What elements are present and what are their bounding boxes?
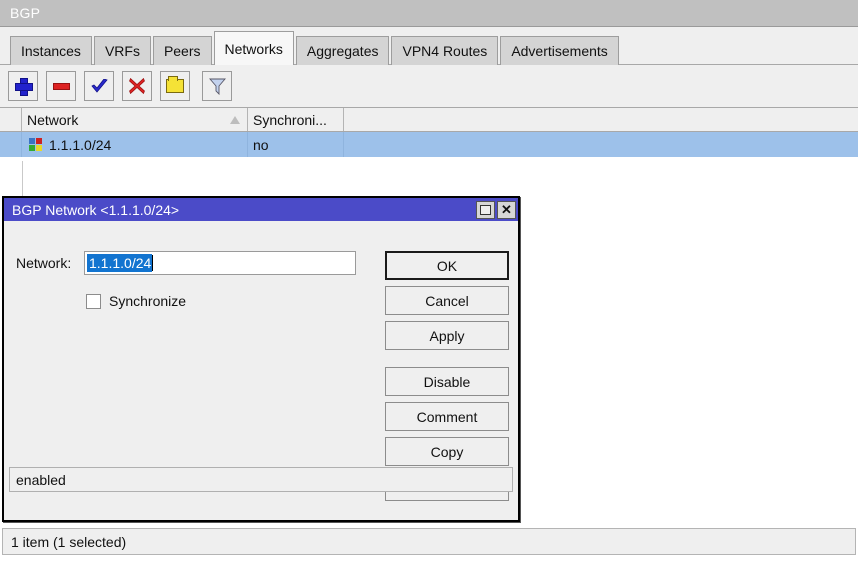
- enable-button[interactable]: [84, 71, 114, 101]
- cell-network[interactable]: 1.1.1.0/24: [22, 132, 248, 157]
- tab-vrfs[interactable]: VRFs: [94, 36, 151, 65]
- disable-button[interactable]: [122, 71, 152, 101]
- tab-advertisements[interactable]: Advertisements: [500, 36, 618, 65]
- row-gutter: [0, 132, 22, 157]
- status-bar: 1 item (1 selected): [2, 528, 856, 555]
- tab-instances[interactable]: Instances: [10, 36, 92, 65]
- network-field-row: Network: 1.1.1.0/24: [16, 251, 356, 275]
- dialog-title: BGP Network <1.1.1.0/24>: [12, 202, 474, 218]
- tab-strip: Instances VRFs Peers Networks Aggregates…: [0, 27, 858, 65]
- column-header-synchronize-label: Synchroni...: [253, 112, 327, 128]
- tab-peers[interactable]: Peers: [153, 36, 212, 65]
- funnel-icon: [209, 78, 226, 95]
- network-field-label: Network:: [16, 255, 84, 271]
- close-icon: ✕: [501, 203, 512, 216]
- cell-synchronize[interactable]: no: [248, 132, 344, 157]
- column-header-network-label: Network: [27, 112, 78, 128]
- column-header-network[interactable]: Network: [22, 108, 248, 131]
- synchronize-checkbox[interactable]: [86, 294, 101, 309]
- table-empty-gutter: [1, 161, 23, 199]
- filter-button[interactable]: [202, 71, 232, 101]
- window-title: BGP: [10, 5, 40, 21]
- sort-ascending-icon: [230, 116, 240, 124]
- dialog-titlebar[interactable]: BGP Network <1.1.1.0/24> ✕: [4, 198, 518, 221]
- note-icon: [166, 79, 184, 93]
- copy-button[interactable]: Copy: [385, 437, 509, 466]
- window-titlebar: BGP: [0, 0, 858, 27]
- plus-icon: [15, 78, 31, 94]
- text-caret: [152, 255, 153, 271]
- comment-button-dialog[interactable]: Comment: [385, 402, 509, 431]
- tab-vpn4-routes[interactable]: VPN4 Routes: [391, 36, 498, 65]
- tab-aggregates[interactable]: Aggregates: [296, 36, 390, 65]
- ok-button[interactable]: OK: [385, 251, 509, 280]
- network-input-value: 1.1.1.0/24: [87, 254, 152, 272]
- dialog-body: Network: 1.1.1.0/24 Synchronize OK Cance…: [4, 221, 518, 497]
- table-header: Network Synchroni...: [0, 107, 858, 132]
- remove-button[interactable]: [46, 71, 76, 101]
- maximize-button[interactable]: [476, 201, 495, 219]
- x-icon: [129, 78, 145, 94]
- bgp-window: BGP Instances VRFs Peers Networks Aggreg…: [0, 0, 858, 561]
- column-header-gutter: [0, 108, 22, 131]
- apply-button[interactable]: Apply: [385, 321, 509, 350]
- maximize-icon: [480, 205, 491, 215]
- table-row[interactable]: 1.1.1.0/24 no: [0, 132, 858, 157]
- networks-table: Network Synchroni... 1.1.1.0/24 no: [0, 107, 858, 161]
- bgp-network-dialog: BGP Network <1.1.1.0/24> ✕ Network: 1.1.…: [2, 196, 520, 522]
- network-input[interactable]: 1.1.1.0/24: [84, 251, 356, 275]
- column-header-synchronize[interactable]: Synchroni...: [248, 108, 344, 131]
- minus-icon: [53, 83, 70, 90]
- table-empty-area: [0, 161, 858, 199]
- add-button[interactable]: [8, 71, 38, 101]
- close-button[interactable]: ✕: [497, 201, 516, 219]
- comment-button[interactable]: [160, 71, 190, 101]
- check-icon: [91, 79, 108, 94]
- network-grid-icon: [29, 138, 42, 151]
- synchronize-checkbox-label: Synchronize: [109, 293, 186, 309]
- column-header-filler: [344, 108, 858, 131]
- cell-network-value: 1.1.1.0/24: [49, 137, 111, 153]
- disable-button-dialog[interactable]: Disable: [385, 367, 509, 396]
- dialog-status-bar: enabled: [9, 467, 513, 492]
- synchronize-checkbox-row[interactable]: Synchronize: [86, 293, 186, 309]
- cancel-button[interactable]: Cancel: [385, 286, 509, 315]
- tab-networks[interactable]: Networks: [214, 31, 294, 65]
- cell-filler: [344, 132, 858, 157]
- toolbar: [0, 65, 858, 107]
